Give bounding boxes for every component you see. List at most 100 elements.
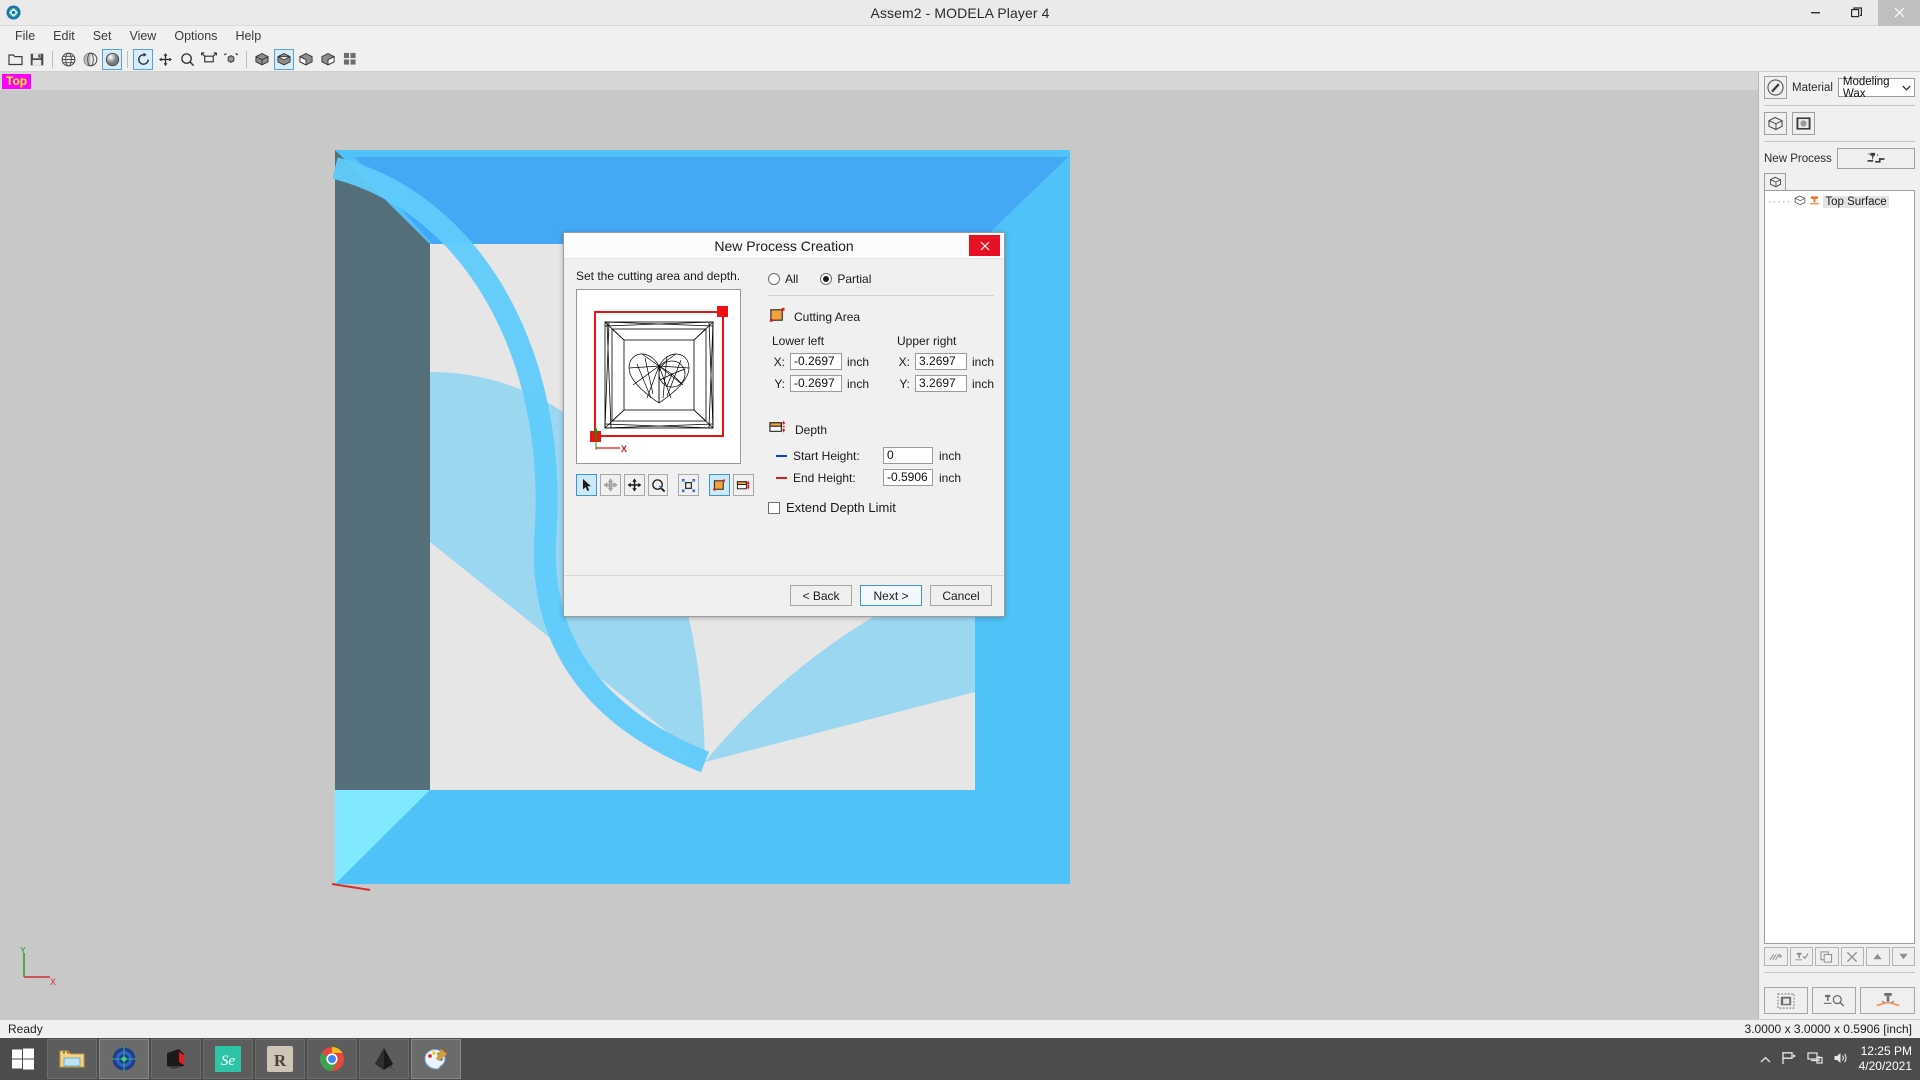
radio-all[interactable]: All — [768, 272, 798, 286]
shaded-sphere-view-icon[interactable] — [102, 48, 122, 70]
model-wireframe-icon[interactable] — [1764, 112, 1787, 135]
tree-tool-row — [1764, 944, 1915, 966]
cutting-area-tool-icon[interactable] — [709, 474, 731, 496]
material-row: Material Modeling Wax — [1764, 76, 1915, 100]
start-height-input[interactable]: 0 — [883, 447, 933, 464]
zoom-object-icon[interactable] — [221, 49, 241, 70]
save-file-icon[interactable] — [27, 49, 47, 70]
taskbar-chrome-icon[interactable] — [307, 1039, 357, 1079]
dialog-left-column: Set the cutting area and depth. X — [576, 269, 755, 575]
tab-model-tree[interactable] — [1764, 173, 1786, 190]
modela-player-window: Assem2 - MODELA Player 4 File Edit Set V… — [0, 0, 1920, 1080]
extend-depth-limit-checkbox[interactable]: Extend Depth Limit — [768, 500, 994, 515]
tool-search-icon[interactable] — [1812, 987, 1856, 1014]
menu-help[interactable]: Help — [226, 27, 270, 45]
half-sphere-view-icon[interactable] — [80, 49, 100, 70]
cut-simulation-icon[interactable] — [1860, 987, 1915, 1014]
pan-view-icon[interactable] — [155, 49, 175, 70]
dialog-title: New Process Creation — [714, 237, 854, 254]
check-tool-icon[interactable] — [1789, 947, 1813, 966]
taskbar-inkscape-icon[interactable] — [359, 1039, 409, 1079]
dialog-title-bar: New Process Creation — [564, 233, 1004, 259]
radio-partial[interactable]: Partial — [820, 272, 871, 286]
fit-tool-icon[interactable] — [678, 474, 700, 496]
divider — [768, 295, 995, 296]
status-text: Ready — [8, 1022, 43, 1036]
taskbar-roland-icon[interactable] — [151, 1039, 201, 1079]
move-up-icon[interactable] — [1866, 947, 1890, 966]
network-icon[interactable] — [1807, 1051, 1823, 1068]
copy-icon[interactable] — [1815, 947, 1839, 966]
cutting-area-header: Cutting Area — [768, 306, 994, 327]
upper-right-x-input[interactable]: 3.2697 — [915, 353, 968, 370]
zoom-tool-icon[interactable] — [647, 474, 669, 496]
close-button[interactable] — [1878, 0, 1920, 26]
new-process-button[interactable] — [1836, 148, 1915, 169]
menu-options[interactable]: Options — [165, 27, 226, 45]
box-side-view-icon[interactable] — [318, 49, 338, 70]
taskbar-clock[interactable]: 12:25 PM 4/20/2021 — [1859, 1044, 1912, 1074]
divider — [1764, 972, 1915, 973]
box-top-view-icon[interactable] — [252, 49, 272, 70]
end-height-label: End Height: — [793, 470, 856, 485]
material-palette-icon[interactable] — [1764, 76, 1787, 99]
move-tool-icon[interactable] — [623, 474, 645, 496]
model-preview-icon[interactable] — [1792, 112, 1815, 135]
ur-x-unit: inch — [972, 354, 995, 369]
preview-drawing: X — [590, 306, 728, 454]
menu-edit[interactable]: Edit — [44, 27, 84, 45]
back-button[interactable]: < Back — [790, 585, 852, 606]
lower-left-x-input[interactable]: -0.2697 — [790, 353, 842, 370]
depth-header: Depth — [768, 419, 994, 440]
preview-cut-icon[interactable] — [1764, 947, 1788, 966]
select-arrow-tool-icon[interactable] — [576, 474, 597, 496]
box-open-top-view-icon[interactable] — [274, 48, 294, 70]
radio-all-dot — [768, 273, 780, 285]
material-select[interactable]: Modeling Wax — [1837, 76, 1915, 100]
new-process-row: New Process — [1764, 148, 1915, 169]
clock-date: 4/20/2021 — [1858, 1059, 1912, 1073]
rotate-tool-icon[interactable] — [599, 474, 621, 496]
zoom-view-icon[interactable] — [177, 49, 197, 70]
show-hidden-icons-icon[interactable] — [1760, 1052, 1771, 1067]
delete-icon[interactable] — [1840, 947, 1864, 966]
next-button[interactable]: Next > — [860, 585, 922, 606]
lower-left-x-row: X: -0.2697 inch — [772, 353, 869, 370]
move-down-icon[interactable] — [1891, 947, 1915, 966]
menu-file[interactable]: File — [6, 27, 44, 45]
extend-depth-limit-box — [768, 501, 780, 514]
toolbar-separator — [127, 50, 128, 68]
menu-set[interactable]: Set — [84, 27, 121, 45]
rotate-view-icon[interactable] — [133, 48, 153, 70]
window-title: Assem2 - MODELA Player 4 — [870, 4, 1050, 21]
minimize-button[interactable] — [1794, 0, 1836, 26]
taskbar-paint-icon[interactable] — [411, 1039, 461, 1079]
windows-start-icon[interactable] — [0, 1038, 46, 1080]
fit-view-icon[interactable] — [199, 49, 219, 70]
grid-view-icon[interactable] — [340, 49, 360, 70]
maximize-button[interactable] — [1836, 0, 1878, 26]
taskbar-selenium-icon[interactable]: Se — [203, 1039, 253, 1079]
depth-tool-icon[interactable] — [733, 474, 755, 496]
cutting-preview[interactable]: X — [576, 289, 741, 464]
upper-right-y-input[interactable]: 3.2697 — [915, 375, 968, 392]
end-height-input[interactable]: -0.5906 — [883, 469, 933, 486]
globe-view-icon[interactable] — [58, 49, 78, 70]
menu-view[interactable]: View — [120, 27, 165, 45]
lower-left-y-input[interactable]: -0.2697 — [790, 375, 842, 392]
svg-text:Se: Se — [221, 1053, 236, 1069]
radio-all-label: All — [785, 272, 799, 286]
process-tree[interactable]: ····· Top Surface — [1764, 190, 1915, 944]
dialog-close-button[interactable] — [969, 235, 1000, 256]
layout-icon[interactable] — [1764, 987, 1808, 1014]
box-front-view-icon[interactable] — [296, 49, 316, 70]
volume-icon[interactable] — [1833, 1051, 1849, 1068]
tree-item-top-surface[interactable]: ····· Top Surface — [1768, 195, 1911, 209]
taskbar-modela-player-icon[interactable] — [99, 1039, 149, 1079]
taskbar-rhino-icon[interactable]: R — [255, 1039, 305, 1079]
open-file-icon[interactable] — [5, 49, 25, 70]
cancel-button[interactable]: Cancel — [930, 585, 992, 606]
taskbar-file-explorer-icon[interactable] — [47, 1039, 97, 1079]
ll-x-label: X: — [773, 354, 785, 369]
flag-action-center-icon[interactable] — [1781, 1051, 1797, 1068]
